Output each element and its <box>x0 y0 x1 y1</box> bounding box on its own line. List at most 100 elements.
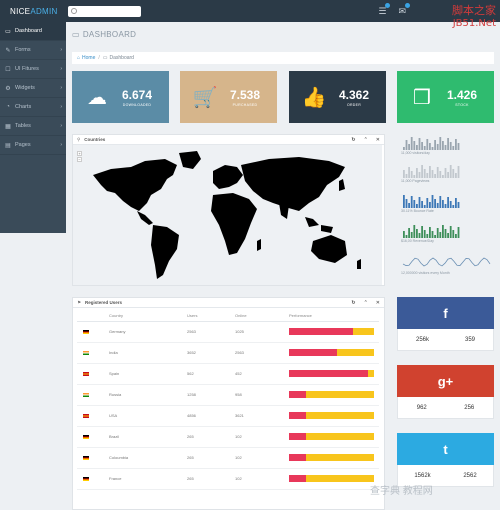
pie-chart-icon: ◔ <box>6 104 10 110</box>
sparkline-bar <box>426 234 429 238</box>
tasks-icon[interactable]: ☰ <box>378 2 391 17</box>
home-icon: ⌂ <box>77 55 81 61</box>
table-row[interactable]: Germany 2563 1025 <box>77 321 379 343</box>
zoom-out-button[interactable]: − <box>77 157 82 162</box>
social-widget[interactable]: f 256k 359 <box>397 297 494 351</box>
sparkline-bar <box>408 144 410 150</box>
sidebar-item-forms[interactable]: ✎ Forms › <box>0 41 66 60</box>
sparkline-bar <box>455 139 457 150</box>
table-row[interactable]: Coloumbia 265 102 <box>77 447 379 469</box>
social-stat-secondary: 2562 <box>463 472 477 479</box>
sparkline-label: 11,000 Pageviews <box>401 179 430 183</box>
cell-country: Russia <box>109 384 187 406</box>
sparkline-bar <box>439 196 442 208</box>
sidebar-item-dashboard[interactable]: ▭ Dashboard <box>0 22 66 41</box>
stat-label: ORDER <box>346 102 362 107</box>
page-title: ▭ DASHBOARD <box>72 30 136 39</box>
close-icon[interactable]: ✕ <box>376 300 380 306</box>
cell-online: 1025 <box>235 321 289 343</box>
cell-country: France <box>109 468 187 490</box>
country-flag-icon <box>83 329 89 334</box>
table-row[interactable]: France 265 102 <box>77 468 379 490</box>
sparkline-bar <box>452 230 455 238</box>
cubes-icon: ❒ <box>413 86 431 109</box>
sparkline-bar <box>410 137 413 150</box>
performance-bar <box>289 433 374 440</box>
country-flag-icon <box>83 413 89 418</box>
cell-country: India <box>109 342 187 364</box>
close-icon[interactable]: ✕ <box>376 137 380 143</box>
sidebar-item-ui-fitures[interactable]: ☐ UI Fitures › <box>0 60 66 79</box>
table-row[interactable]: Russia 1258 958 <box>77 384 379 406</box>
sparkline-bar <box>418 138 421 150</box>
sidebar-item-pages[interactable]: ▤ Pages › <box>0 136 66 155</box>
chevron-up-icon[interactable]: ⌃ <box>364 137 368 143</box>
sparkline-chart <box>403 137 460 150</box>
sparkline-bar <box>442 175 444 178</box>
messages-icon[interactable]: ✉ <box>398 2 410 17</box>
twitter-icon[interactable]: t <box>397 433 494 465</box>
country-flag-icon <box>83 455 89 460</box>
sidebar-item-charts[interactable]: ◔ Charts › <box>0 98 66 117</box>
search-box[interactable] <box>68 5 141 17</box>
sparkline-bar <box>449 165 452 178</box>
zoom-in-button[interactable]: + <box>77 151 82 156</box>
stat-tile[interactable]: ❒ 1.426 STOCK <box>397 71 494 123</box>
top-navbar: NICEADMIN ☰ ✉ <box>0 0 500 22</box>
sparkline-bar <box>434 235 436 238</box>
breadcrumb-home[interactable]: Home <box>82 55 95 61</box>
sparkline-bar <box>426 173 429 178</box>
breadcrumb: ⌂ Home / ▭ Dashboard <box>72 52 494 64</box>
table-row[interactable]: USA 4856 3621 <box>77 405 379 427</box>
sparkline-bar <box>413 141 416 150</box>
search-icon <box>71 8 77 14</box>
stat-tile[interactable]: 👍 4.362 ORDER <box>289 71 386 123</box>
sidebar-item-label: Pages <box>15 142 31 148</box>
chevron-right-icon: › <box>60 47 62 53</box>
chevron-up-icon[interactable]: ⌃ <box>364 300 368 306</box>
sidebar-item-widgets[interactable]: ⚙ Widgets › <box>0 79 66 98</box>
laptop-icon: ▭ <box>72 30 80 39</box>
col-online: Online <box>235 311 289 322</box>
cloud-download-icon: ☁ <box>87 86 107 109</box>
sparkline-bar <box>429 202 431 208</box>
performance-bar-fill <box>289 454 306 461</box>
social-widget[interactable]: t 1562k 2562 <box>397 433 494 487</box>
table-row[interactable]: Spain 562 452 <box>77 363 379 385</box>
sparkline-bar <box>418 233 421 238</box>
stat-tile[interactable]: 🛒 7.538 PURCHASED <box>180 71 277 123</box>
table-row[interactable]: Brazil 265 102 <box>77 426 379 448</box>
cell-users: 562 <box>187 363 235 385</box>
cell-online: 452 <box>235 363 289 385</box>
table-row[interactable]: India 3652 2563 <box>77 342 379 364</box>
performance-bar-fill <box>289 370 369 377</box>
performance-bar-fill <box>289 433 306 440</box>
brand-logo[interactable]: NICEADMIN <box>0 7 66 16</box>
panel-title: Countries <box>84 137 106 142</box>
col-users: Users <box>187 311 235 322</box>
sparkline-bar <box>434 140 436 150</box>
sidebar-item-tables[interactable]: ▦ Tables › <box>0 117 66 136</box>
sparkline-bar <box>457 202 460 208</box>
search-input[interactable] <box>79 8 139 14</box>
world-map[interactable]: + − <box>73 145 382 285</box>
social-widget[interactable]: g+ 962 256 <box>397 365 494 419</box>
refresh-icon[interactable]: ↻ <box>351 300 355 306</box>
sparkline-bar <box>431 170 434 178</box>
performance-bar <box>289 412 374 419</box>
refresh-icon[interactable]: ↻ <box>351 137 355 143</box>
facebook-icon[interactable]: f <box>397 297 494 329</box>
sparkline-bar <box>410 171 413 178</box>
sparkline-bar <box>418 197 421 208</box>
cell-online: 958 <box>235 384 289 406</box>
performance-bar <box>289 370 374 377</box>
stat-tile[interactable]: ☁ 6.674 DOWNLOADED <box>72 71 169 123</box>
col-country: Country <box>109 311 187 322</box>
google-plus-icon[interactable]: g+ <box>397 365 494 397</box>
sparkline-bar <box>403 147 405 150</box>
chevron-right-icon: › <box>60 85 62 91</box>
performance-bar-fill <box>289 475 306 482</box>
cell-online: 3621 <box>235 405 289 427</box>
social-stat-secondary: 256 <box>464 404 475 411</box>
watermark-line1: 脚本之家 <box>452 4 496 17</box>
